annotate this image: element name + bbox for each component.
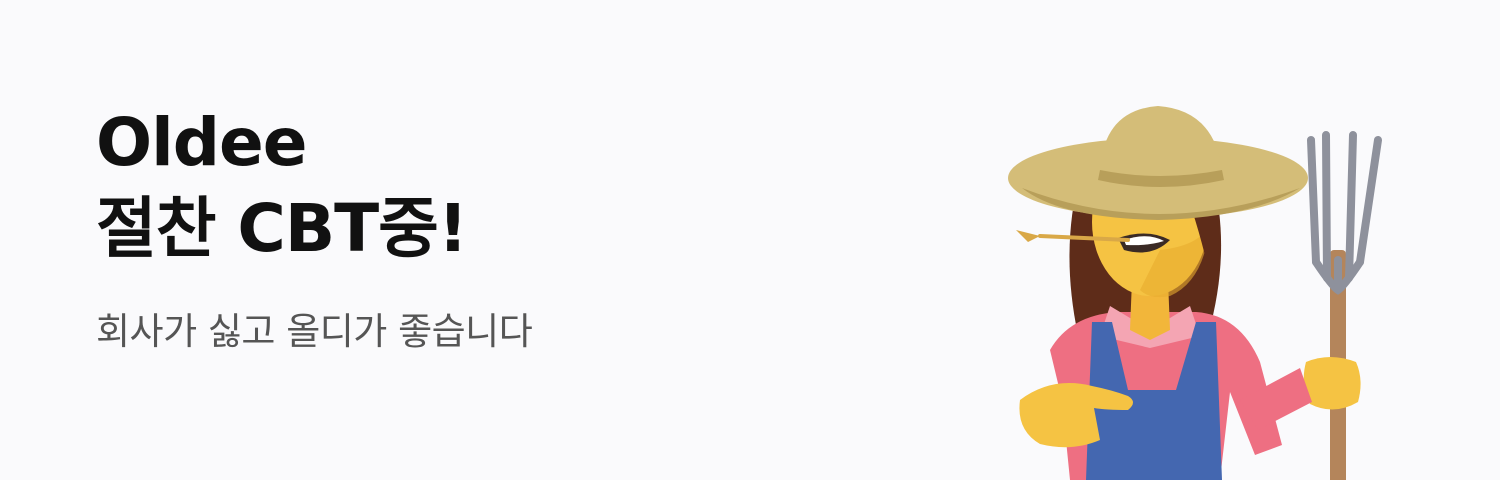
banner-text: Oldee 절찬 CBT중! 회사가 싫고 올디가 좋습니다 [96, 100, 533, 356]
cbt-banner: Oldee 절찬 CBT중! 회사가 싫고 올디가 좋습니다 [0, 0, 1500, 480]
hat-crown [1100, 106, 1222, 176]
headline-cbt: 절찬 CBT중! [96, 190, 468, 267]
banner-subtitle: 회사가 싫고 올디가 좋습니다 [96, 310, 533, 353]
banner-headline: Oldee 절찬 CBT중! [96, 100, 532, 272]
farmer-with-pitchfork-illustration [1008, 106, 1382, 480]
right-hand [1303, 357, 1361, 410]
headline-brand: Oldee [96, 104, 308, 181]
straw-tip [1016, 230, 1040, 242]
